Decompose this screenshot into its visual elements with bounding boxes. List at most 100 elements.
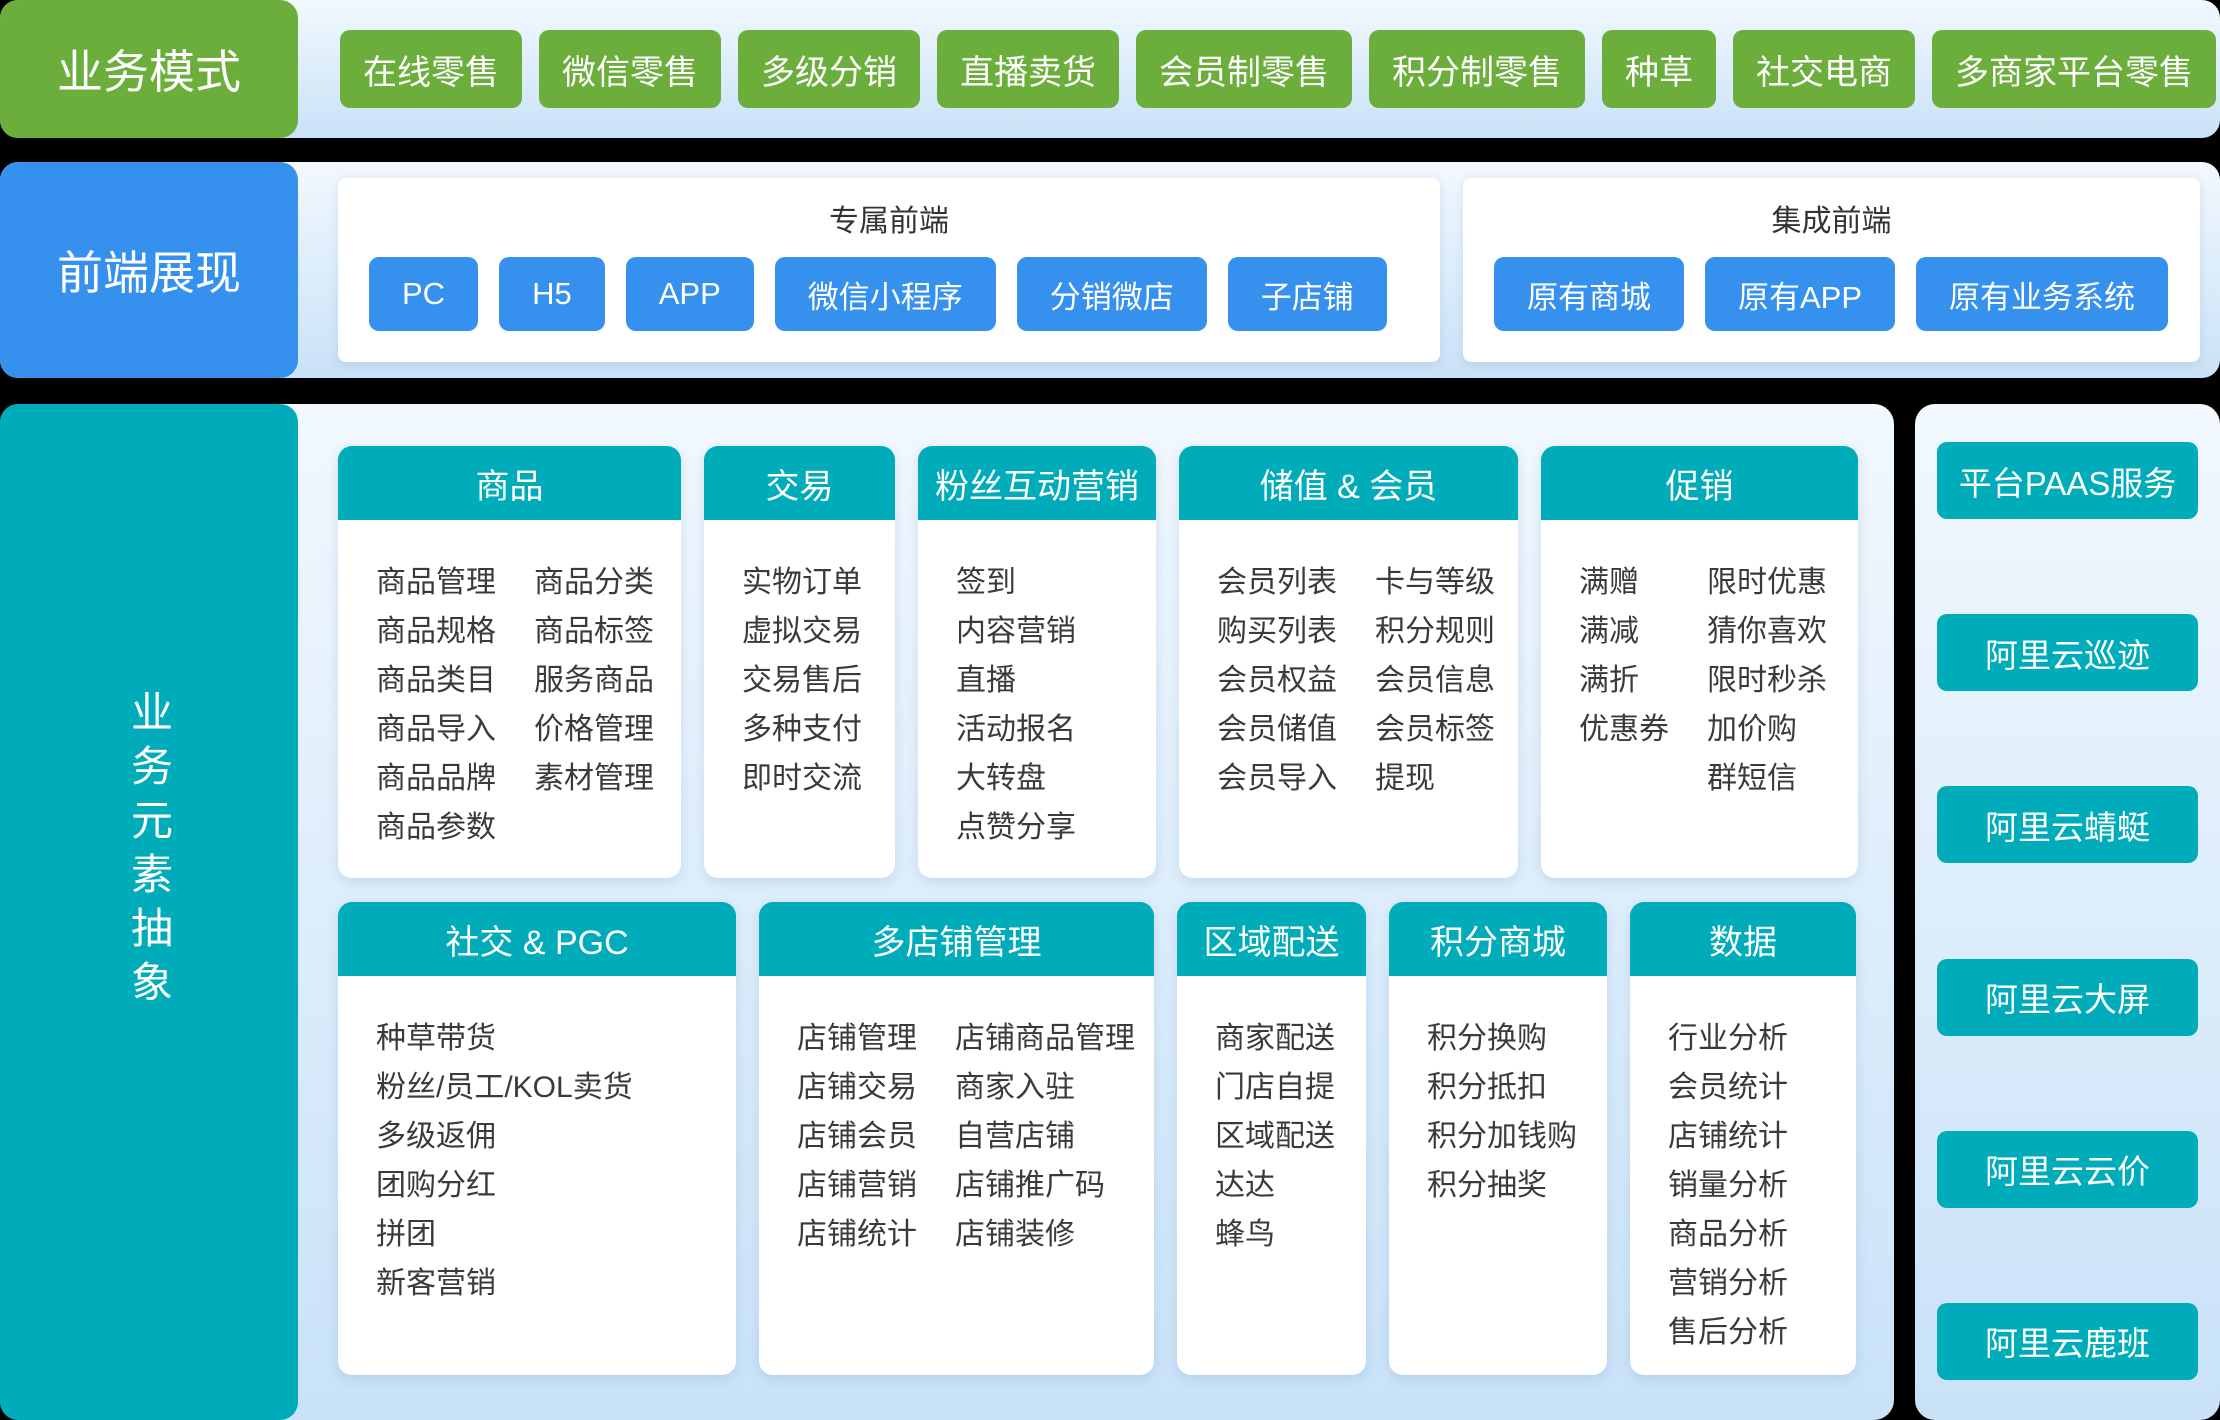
diagram-node[interactable]: 多商家平台零售 xyxy=(1932,30,2216,108)
card-item: 商品标签 xyxy=(534,607,654,656)
card-item: 限时优惠 xyxy=(1707,558,1827,607)
card-item: 即时交流 xyxy=(742,754,862,803)
dedicated-frontend-nodes: PC H5 APP 微信小程序分销微店子店铺 xyxy=(338,257,1440,331)
card-item: 优惠券 xyxy=(1579,705,1669,754)
card-body: 满赠满减满折优惠券限时优惠猜你喜欢限时秒杀加价购群短信 xyxy=(1541,520,1858,878)
diagram-node[interactable]: 阿里云巡迹 xyxy=(1937,614,2198,691)
diagram-node[interactable]: 积分制零售 xyxy=(1369,30,1585,108)
card-body: 种草带货粉丝/员工/KOL卖货多级返佣团购分红拼团新客营销 xyxy=(338,976,736,1375)
feature-card: 社交 & PGC 种草带货粉丝/员工/KOL卖货多级返佣团购分红拼团新客营销 xyxy=(338,902,736,1375)
card-item: 多种支付 xyxy=(742,705,862,754)
card-item: 商品管理 xyxy=(376,558,496,607)
card-item: 大转盘 xyxy=(956,754,1076,803)
card-title: 商品 xyxy=(338,446,681,520)
diagram-node[interactable]: 平台PAAS服务 xyxy=(1937,442,2198,519)
paas-section: 平台PAAS服务阿里云巡迹阿里云蜻蜓阿里云大屏阿里云云价阿里云鹿班 xyxy=(1915,404,2220,1420)
diagram-node[interactable]: 阿里云蜻蜓 xyxy=(1937,786,2198,863)
diagram-node[interactable]: 种草 xyxy=(1602,30,1716,108)
card-title: 促销 xyxy=(1541,446,1858,520)
frontend-section: 前端展现 专属前端 PCH5APP微信小程序分销微店子店铺 集成前端 原有商城原… xyxy=(0,162,2220,378)
card-title: 粉丝互动营销 xyxy=(918,446,1156,520)
card-item: 加价购 xyxy=(1707,705,1827,754)
card-item: 商家入驻 xyxy=(955,1063,1135,1112)
diagram-node[interactable]: 原有商城 xyxy=(1494,257,1684,331)
card-item: 商品分析 xyxy=(1668,1210,1788,1259)
feature-card: 商品商品管理商品规格商品类目商品导入商品品牌商品参数商品分类商品标签服务商品价格… xyxy=(338,446,681,878)
card-item: 猜你喜欢 xyxy=(1707,607,1827,656)
card-item: 积分换购 xyxy=(1427,1014,1577,1063)
card-body: 店铺管理店铺交易店铺会员店铺营销店铺统计店铺商品管理商家入驻自营店铺店铺推广码店… xyxy=(759,976,1154,1375)
card-item: 素材管理 xyxy=(534,754,654,803)
cards-row-1: 商品商品管理商品规格商品类目商品导入商品品牌商品参数商品分类商品标签服务商品价格… xyxy=(338,446,1858,878)
card-item: 区域配送 xyxy=(1215,1112,1335,1161)
diagram-node[interactable]: 会员制零售 xyxy=(1136,30,1352,108)
card-title: 社交 & PGC xyxy=(338,902,736,976)
card-item: 商品分类 xyxy=(534,558,654,607)
frontend-label: 前端展现 xyxy=(0,162,298,378)
feature-card: 储值 & 会员会员列表购买列表会员权益会员储值会员导入卡与等级积分规则会员信息会… xyxy=(1179,446,1518,878)
diagram-node[interactable]: 阿里云云价 xyxy=(1937,1131,2198,1208)
card-column: 会员列表购买列表会员权益会员储值会员导入 xyxy=(1217,558,1337,878)
card-item: 积分抵扣 xyxy=(1427,1063,1577,1112)
card-item: 团购分红 xyxy=(376,1161,633,1210)
card-item: 积分规则 xyxy=(1375,607,1495,656)
card-item: 店铺统计 xyxy=(1668,1112,1788,1161)
feature-card: 粉丝互动营销签到内容营销直播活动报名大转盘点赞分享 xyxy=(918,446,1156,878)
card-item: 购买列表 xyxy=(1217,607,1337,656)
card-item: 会员信息 xyxy=(1375,656,1495,705)
diagram-node[interactable]: 原有业务系统 xyxy=(1916,257,2168,331)
card-body: 商家配送门店自提区域配送达达蜂鸟 xyxy=(1177,976,1366,1375)
card-column: 种草带货粉丝/员工/KOL卖货多级返佣团购分红拼团新客营销 xyxy=(376,1014,633,1375)
card-item: 服务商品 xyxy=(534,656,654,705)
card-item: 店铺管理 xyxy=(797,1014,917,1063)
card-item: 店铺商品管理 xyxy=(955,1014,1135,1063)
diagram-node[interactable]: 微信小程序 xyxy=(775,257,996,331)
card-item: 活动报名 xyxy=(956,705,1076,754)
card-item: 店铺会员 xyxy=(797,1112,917,1161)
feature-card: 积分商城积分换购积分抵扣积分加钱购积分抽奖 xyxy=(1389,902,1607,1375)
feature-card: 数据行业分析会员统计店铺统计销量分析商品分析营销分析售后分析 xyxy=(1630,902,1856,1375)
diagram-node[interactable]: 分销微店 xyxy=(1017,257,1207,331)
card-item: 蜂鸟 xyxy=(1215,1210,1335,1259)
card-item: 满赠 xyxy=(1579,558,1669,607)
card-item: 提现 xyxy=(1375,754,1495,803)
card-column: 实物订单虚拟交易交易售后多种支付即时交流 xyxy=(742,558,862,878)
integrated-frontend-nodes: 原有商城原有APP 原有业务系统 xyxy=(1463,257,2200,331)
diagram-node[interactable]: 阿里云鹿班 xyxy=(1937,1303,2198,1380)
card-item: 店铺装修 xyxy=(955,1210,1135,1259)
card-title: 数据 xyxy=(1630,902,1856,976)
diagram-node[interactable]: H5 xyxy=(499,257,605,331)
abstraction-label: 业务元素抽象 xyxy=(0,404,298,1420)
diagram-node[interactable]: 社交电商 xyxy=(1733,30,1915,108)
card-title: 多店铺管理 xyxy=(759,902,1154,976)
card-item: 满折 xyxy=(1579,656,1669,705)
diagram-node[interactable]: APP xyxy=(626,257,754,331)
card-item: 店铺统计 xyxy=(797,1210,917,1259)
card-item: 售后分析 xyxy=(1668,1308,1788,1357)
card-title: 交易 xyxy=(704,446,895,520)
card-column: 商品分类商品标签服务商品价格管理素材管理 xyxy=(534,558,654,878)
card-item: 虚拟交易 xyxy=(742,607,862,656)
card-item: 满减 xyxy=(1579,607,1669,656)
cards-row-2: 社交 & PGC 种草带货粉丝/员工/KOL卖货多级返佣团购分红拼团新客营销 多店铺… xyxy=(338,902,1858,1375)
card-body: 商品管理商品规格商品类目商品导入商品品牌商品参数商品分类商品标签服务商品价格管理… xyxy=(338,520,681,878)
card-item: 卡与等级 xyxy=(1375,558,1495,607)
card-column: 店铺管理店铺交易店铺会员店铺营销店铺统计 xyxy=(797,1014,917,1375)
diagram-node[interactable]: 阿里云大屏 xyxy=(1937,959,2198,1036)
diagram-node[interactable]: 直播卖货 xyxy=(937,30,1119,108)
card-item: 直播 xyxy=(956,656,1076,705)
card-body: 签到内容营销直播活动报名大转盘点赞分享 xyxy=(918,520,1156,878)
diagram-node[interactable]: PC xyxy=(369,257,478,331)
card-column: 满赠满减满折优惠券 xyxy=(1579,558,1669,878)
diagram-node[interactable]: 在线零售 xyxy=(340,30,522,108)
card-item: 商品品牌 xyxy=(376,754,496,803)
diagram-node[interactable]: 子店铺 xyxy=(1228,257,1387,331)
diagram-node[interactable]: 原有APP xyxy=(1705,257,1895,331)
business-model-section: 业务模式 在线零售微信零售多级分销直播卖货会员制零售积分制零售种草社交电商多商家… xyxy=(0,0,2220,138)
card-item: 会员导入 xyxy=(1217,754,1337,803)
card-column: 签到内容营销直播活动报名大转盘点赞分享 xyxy=(956,558,1076,878)
diagram-node[interactable]: 微信零售 xyxy=(539,30,721,108)
diagram-node[interactable]: 多级分销 xyxy=(738,30,920,108)
card-item: 拼团 xyxy=(376,1210,633,1259)
card-item: 积分加钱购 xyxy=(1427,1112,1577,1161)
